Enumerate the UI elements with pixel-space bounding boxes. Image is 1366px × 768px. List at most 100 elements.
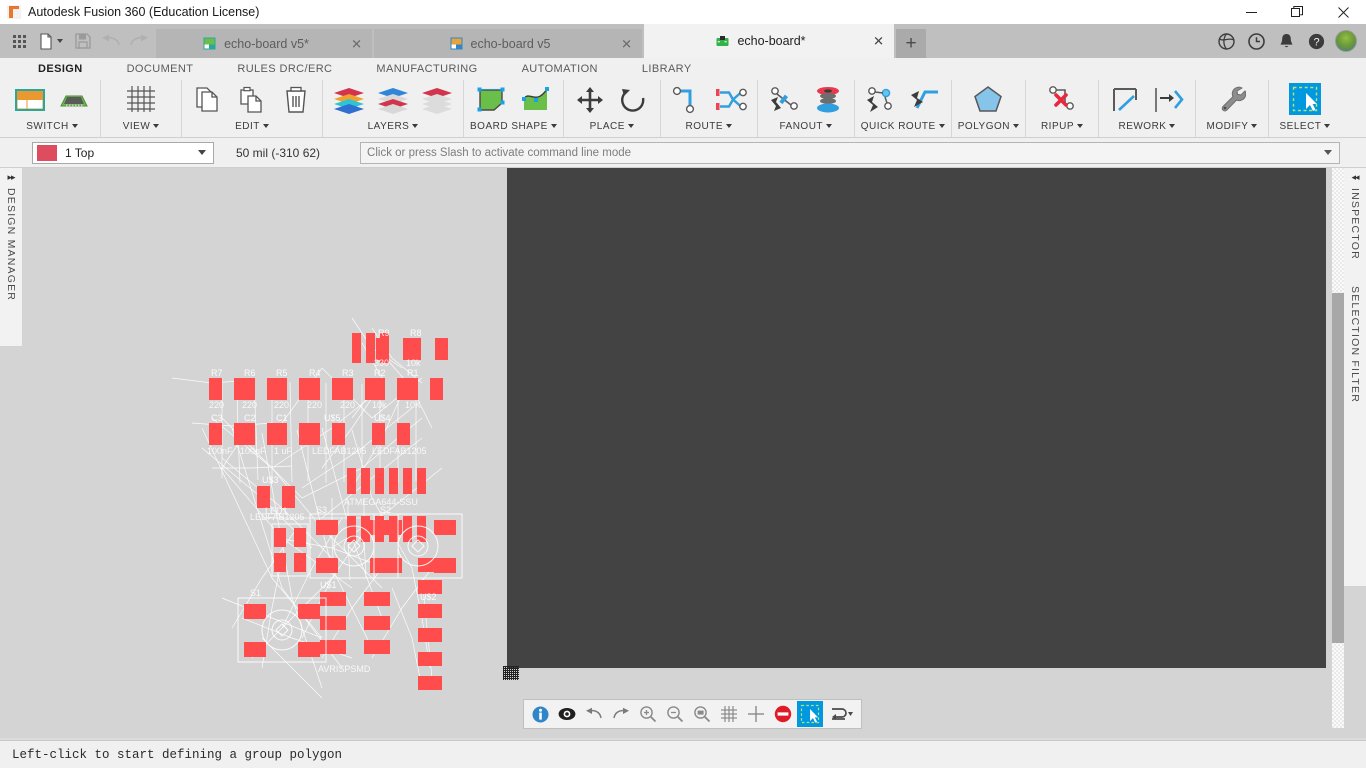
redo-icon[interactable] bbox=[126, 28, 152, 54]
svg-text:U$4: U$4 bbox=[374, 413, 391, 423]
select-marquee-icon[interactable] bbox=[797, 701, 823, 727]
new-tab-button[interactable]: + bbox=[896, 29, 926, 58]
route-mode-icon[interactable] bbox=[824, 701, 858, 727]
board-drawing[interactable]: R9 R8 R7 R6 R5 R4 R3 R2 R1 C3 C2 C1 U$5 U$4 U$3 L… bbox=[22, 168, 1344, 750]
route-trace-icon[interactable] bbox=[667, 82, 707, 118]
ribbon-group-label[interactable]: SELECT bbox=[1280, 118, 1331, 134]
menu-document[interactable]: DOCUMENT bbox=[105, 58, 216, 80]
layer-color-swatch bbox=[37, 144, 57, 161]
copy-icon[interactable] bbox=[188, 82, 228, 118]
tab-echo-board-v5-pcb[interactable]: echo-board v5 ✕ bbox=[374, 29, 642, 58]
panel-label-selection-filter[interactable]: SELECTION FILTER bbox=[1349, 286, 1361, 403]
ribbon-group-label[interactable]: RIPUP bbox=[1041, 118, 1083, 134]
ribbon-group-modify: MODIFY bbox=[1194, 80, 1268, 137]
ribbon-group-route: ROUTE bbox=[659, 80, 757, 137]
tab-close-icon[interactable]: ✕ bbox=[351, 37, 362, 50]
panel-label-inspector[interactable]: INSPECTOR bbox=[1349, 188, 1361, 260]
zoom-out-icon[interactable] bbox=[662, 701, 688, 727]
fanout-icon[interactable] bbox=[764, 82, 804, 118]
polygon-icon[interactable] bbox=[968, 81, 1008, 117]
ribbon-group-label[interactable]: VIEW bbox=[123, 118, 160, 134]
layer-settings-icon[interactable] bbox=[329, 82, 369, 118]
ribbon-group-label[interactable]: BOARD SHAPE bbox=[470, 118, 557, 134]
ribbon-group-label[interactable]: FANOUT bbox=[779, 118, 833, 134]
svg-text:100nF: 100nF bbox=[240, 446, 266, 456]
paste-icon[interactable] bbox=[232, 82, 272, 118]
crosshair-add-icon[interactable] bbox=[743, 701, 769, 727]
layer-selector[interactable]: 1 Top bbox=[32, 141, 214, 164]
ribbon-group-label[interactable]: LAYERS bbox=[368, 118, 419, 134]
delete-trash-icon[interactable] bbox=[276, 82, 316, 118]
command-line-input[interactable]: Click or press Slash to activate command… bbox=[360, 141, 1340, 164]
visibility-eye-icon[interactable] bbox=[554, 701, 580, 727]
ribbon-group-label[interactable]: SWITCH bbox=[26, 118, 78, 134]
history-icon[interactable] bbox=[1242, 27, 1270, 55]
panel-label-design-manager[interactable]: DESIGN MANAGER bbox=[5, 188, 17, 301]
switch-to-3d-pcb-icon[interactable] bbox=[54, 82, 94, 118]
zoom-in-icon[interactable] bbox=[635, 701, 661, 727]
minimize-button[interactable] bbox=[1228, 0, 1274, 24]
info-icon[interactable] bbox=[527, 701, 553, 727]
help-icon[interactable]: ? bbox=[1302, 27, 1330, 55]
ribbon-group-label[interactable]: PLACE bbox=[590, 118, 634, 134]
select-marquee-icon[interactable] bbox=[1285, 81, 1325, 117]
rework-miter-icon[interactable] bbox=[1105, 82, 1145, 118]
layer-display-icon[interactable] bbox=[373, 82, 413, 118]
chevron-down-icon bbox=[627, 124, 634, 128]
cancel-stop-icon[interactable] bbox=[770, 701, 796, 727]
board-curve-icon[interactable] bbox=[515, 82, 555, 118]
new-file-icon[interactable] bbox=[34, 28, 68, 54]
menu-manufacturing[interactable]: MANUFACTURING bbox=[354, 58, 499, 80]
pcb-canvas[interactable]: R9 R8 R7 R6 R5 R4 R3 R2 R1 C3 C2 C1 U$5 U$4 U$3 L… bbox=[22, 168, 1344, 750]
grid-icon[interactable] bbox=[716, 701, 742, 727]
menu-rules-drc-erc[interactable]: RULES DRC/ERC bbox=[215, 58, 354, 80]
menu-design[interactable]: DESIGN bbox=[16, 58, 105, 80]
tab-close-icon[interactable]: ✕ bbox=[621, 37, 632, 50]
ribbon-group-label[interactable]: EDIT bbox=[235, 118, 269, 134]
apps-grid-icon[interactable] bbox=[6, 28, 32, 54]
vertical-scrollbar-thumb[interactable] bbox=[1332, 293, 1344, 643]
via-icon[interactable] bbox=[808, 82, 848, 118]
move-icon[interactable] bbox=[570, 82, 610, 118]
ribbon-group-label[interactable]: POLYGON bbox=[958, 118, 1019, 134]
rotate-icon[interactable] bbox=[614, 82, 654, 118]
layer-stack-icon[interactable] bbox=[417, 82, 457, 118]
tab-strip: echo-board v5* ✕ echo-board v5 ✕ echo-bo… bbox=[156, 24, 1212, 58]
chevron-down-icon[interactable] bbox=[1324, 150, 1332, 155]
ripup-icon[interactable] bbox=[1042, 81, 1082, 117]
svg-text:U$5: U$5 bbox=[324, 413, 341, 423]
quick-route-trace-icon[interactable] bbox=[905, 82, 945, 118]
close-window-button[interactable] bbox=[1320, 0, 1366, 24]
grid-view-icon[interactable] bbox=[121, 81, 161, 117]
right-panel-rail[interactable]: ◂◂ INSPECTOR SELECTION FILTER bbox=[1344, 168, 1366, 586]
zoom-fit-icon[interactable] bbox=[689, 701, 715, 727]
route-net-icon[interactable] bbox=[711, 82, 751, 118]
quick-route-icon[interactable] bbox=[861, 82, 901, 118]
menu-automation[interactable]: AUTOMATION bbox=[500, 58, 620, 80]
menu-library[interactable]: LIBRARY bbox=[620, 58, 714, 80]
job-status-icon[interactable] bbox=[1212, 27, 1240, 55]
ribbon-group-label[interactable]: REWORK bbox=[1118, 118, 1176, 134]
tab-echo-board-v5-design[interactable]: echo-board v5* ✕ bbox=[156, 29, 372, 58]
board-outline-icon[interactable] bbox=[471, 82, 511, 118]
tab-close-icon[interactable]: ✕ bbox=[873, 35, 884, 48]
ribbon-group-label[interactable]: MODIFY bbox=[1207, 118, 1258, 134]
collapse-panel-icon[interactable]: ◂◂ bbox=[1351, 172, 1359, 182]
wrench-icon[interactable] bbox=[1212, 81, 1252, 117]
maximize-button[interactable] bbox=[1274, 0, 1320, 24]
save-icon[interactable] bbox=[70, 28, 96, 54]
undo-icon[interactable] bbox=[581, 701, 607, 727]
svg-text:C1: C1 bbox=[276, 413, 288, 423]
undo-icon[interactable] bbox=[98, 28, 124, 54]
redo-icon[interactable] bbox=[608, 701, 634, 727]
rework-arrow-icon[interactable] bbox=[1149, 82, 1189, 118]
switch-to-schematic-icon[interactable] bbox=[10, 82, 50, 118]
ribbon-group-label[interactable]: ROUTE bbox=[686, 118, 732, 134]
ribbon-group-label[interactable]: QUICK ROUTE bbox=[861, 118, 945, 134]
chevron-down-icon bbox=[1169, 124, 1176, 128]
bell-icon[interactable] bbox=[1272, 27, 1300, 55]
design-manager-rail[interactable]: ▸▸ DESIGN MANAGER bbox=[0, 168, 22, 346]
avatar[interactable] bbox=[1332, 27, 1360, 55]
expand-panel-icon[interactable]: ▸▸ bbox=[7, 172, 15, 182]
tab-echo-board-active[interactable]: echo-board* ✕ bbox=[644, 24, 894, 58]
